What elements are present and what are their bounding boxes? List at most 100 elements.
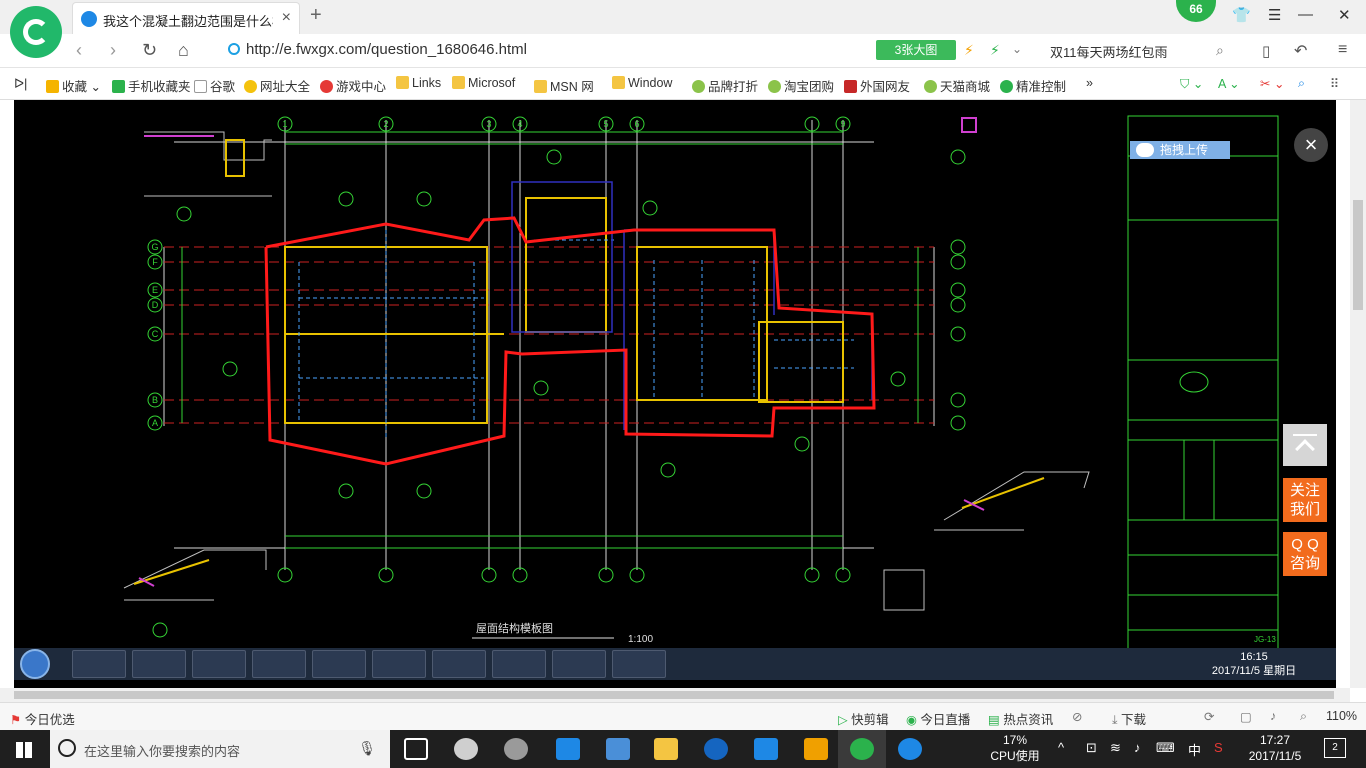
promo-search-text[interactable]: 双11每天两场红包雨: [1050, 42, 1168, 61]
status-item[interactable]: ▤ 热点资讯: [988, 709, 1053, 728]
axis-number: 9: [840, 119, 845, 129]
image-viewer[interactable]: 1 2 3 4 5 6 9 G F E D C B A 屋面结构模板图 1:10…: [14, 100, 1336, 688]
scissors-icon[interactable]: ✂ ⌄: [1260, 76, 1284, 91]
bookmark-item[interactable]: Microsof: [452, 76, 515, 90]
browser-tab-active[interactable]: 我这个混凝土翻边范围是什么样的 ×: [72, 2, 300, 34]
bookmark-item[interactable]: 品牌打折: [692, 76, 758, 95]
axis-number: 3: [486, 119, 491, 129]
bookmark-item[interactable]: 外国网友: [844, 76, 910, 95]
axis-letter: B: [152, 395, 158, 405]
window-icon[interactable]: ▢: [1240, 709, 1252, 724]
windows-start-icon[interactable]: [16, 742, 32, 758]
notes-icon[interactable]: [804, 738, 828, 760]
taskbar-search-input[interactable]: 在这里输入你要搜索的内容 🎙: [50, 730, 390, 768]
active-browser-task[interactable]: [838, 730, 886, 768]
bookmark-item[interactable]: Window: [612, 76, 672, 90]
cortana-icon: [58, 739, 76, 757]
drag-upload-button[interactable]: 拖拽上传: [1130, 141, 1230, 159]
home-icon[interactable]: ⌂: [178, 40, 189, 61]
today-picks[interactable]: ⚑ 今日优选: [10, 709, 75, 728]
bookmark-item[interactable]: 手机收藏夹: [112, 76, 191, 95]
close-window-icon[interactable]: ✕: [1338, 6, 1351, 24]
undo-icon[interactable]: ↶: [1294, 41, 1307, 61]
bookmark-item[interactable]: 精准控制: [1000, 76, 1066, 95]
system-clock[interactable]: 17:27 2017/11/5: [1240, 732, 1310, 764]
chevron-down-icon[interactable]: ⌄: [1012, 42, 1022, 56]
big-pic-button[interactable]: 3张大图: [876, 40, 956, 60]
g-app-icon[interactable]: [504, 738, 528, 760]
back-to-top-button[interactable]: [1283, 424, 1327, 466]
task-view-icon[interactable]: [404, 738, 428, 760]
browser-logo[interactable]: [10, 6, 62, 58]
ime-indicator[interactable]: 中: [1188, 740, 1201, 759]
forward-icon[interactable]: ›: [110, 40, 116, 61]
fan-app-icon[interactable]: [454, 738, 478, 760]
status-item[interactable]: ◉ 今日直播: [906, 709, 970, 728]
grid-icon[interactable]: ⠿: [1330, 76, 1339, 91]
zoom-icon[interactable]: ⌕: [1300, 709, 1307, 724]
page-icon: [194, 80, 207, 93]
status-item[interactable]: ⤓ 下载: [1112, 709, 1146, 728]
status-item[interactable]: ▷ 快剪辑: [838, 709, 889, 728]
new-tab-button[interactable]: +: [310, 4, 322, 27]
speed-icon[interactable]: ⚡: [990, 42, 1000, 59]
notepad-icon: [312, 650, 366, 678]
g-blue-app-icon[interactable]: [898, 738, 922, 760]
game-icon: [320, 80, 333, 93]
more-menu-icon[interactable]: ≡: [1338, 41, 1347, 59]
refresh-icon[interactable]: ↻: [142, 40, 157, 61]
bookmark-item[interactable]: 网址大全: [244, 76, 310, 95]
download-icon: ⤓: [1112, 713, 1118, 727]
shield-icon[interactable]: ⛉ ⌄: [1180, 76, 1203, 92]
mobile-icon[interactable]: ▯: [1262, 42, 1270, 60]
url-input[interactable]: http://e.fwxgx.com/question_1680646.html: [220, 38, 870, 64]
sogou-icon[interactable]: S: [1214, 740, 1223, 755]
bookmark-item[interactable]: 天猫商城: [924, 76, 990, 95]
skin-shirt-icon[interactable]: 👕: [1232, 6, 1251, 24]
notification-center-icon[interactable]: 2: [1324, 738, 1346, 758]
axis-letter: C: [152, 329, 159, 339]
sidebar-toggle-icon[interactable]: ᐅ|: [14, 76, 27, 92]
horizontal-scrollbar[interactable]: [0, 688, 1350, 702]
url-text: http://e.fwxgx.com/question_1680646.html: [246, 41, 528, 58]
close-viewer-button[interactable]: ×: [1294, 128, 1328, 162]
edge-icon[interactable]: [556, 738, 580, 760]
wifi-icon[interactable]: ≋: [1110, 740, 1121, 756]
minimize-icon[interactable]: —: [1298, 6, 1313, 23]
microphone-icon[interactable]: 🎙: [358, 740, 376, 757]
bookmark-item[interactable]: 淘宝团购: [768, 76, 834, 95]
tray-up-icon[interactable]: ^: [1058, 740, 1064, 755]
sound-icon[interactable]: ♪: [1270, 709, 1276, 723]
screenshot-clock: 16:15 2017/11/5 星期日: [1211, 651, 1297, 677]
vertical-scrollbar[interactable]: [1350, 100, 1366, 688]
bookmark-item[interactable]: Links: [396, 76, 441, 90]
magnifier-icon[interactable]: ⌕: [1298, 76, 1305, 91]
zoom-level[interactable]: 110%: [1326, 709, 1357, 723]
keyboard-icon[interactable]: ⌨: [1156, 740, 1175, 756]
menu-lines-icon[interactable]: ☰: [1268, 6, 1281, 24]
file-explorer-icon[interactable]: [654, 738, 678, 760]
bookmark-red-icon: [844, 80, 857, 93]
network-icon[interactable]: ⊡: [1086, 740, 1097, 756]
notification-badge[interactable]: 66: [1176, 0, 1216, 22]
bookmark-item[interactable]: 谷歌: [194, 76, 235, 95]
bookmark-item[interactable]: 游戏中心: [320, 76, 386, 95]
translate-icon[interactable]: A ⌄: [1218, 76, 1240, 91]
follow-us-button[interactable]: 关注 我们: [1283, 478, 1327, 522]
qq-consult-button[interactable]: Q Q 咨询: [1283, 532, 1327, 576]
search-icon[interactable]: ⌕: [1216, 42, 1224, 59]
more-bookmarks-icon[interactable]: »: [1086, 76, 1093, 90]
store-icon[interactable]: [606, 738, 630, 760]
bookmark-item[interactable]: MSN 网: [534, 76, 594, 95]
recycle-icon[interactable]: ⟳: [1204, 709, 1214, 724]
address-bar: ‹ › ↻ ⌂ http://e.fwxgx.com/question_1680…: [0, 34, 1366, 68]
cad-icon: [372, 650, 426, 678]
tab-close-icon[interactable]: ×: [282, 9, 291, 27]
volume-icon[interactable]: ♪: [1134, 740, 1141, 755]
lightning-icon[interactable]: ⚡: [964, 42, 974, 59]
plus-app-icon[interactable]: [754, 738, 778, 760]
speed-dial-icon[interactable]: ⊘: [1072, 709, 1082, 724]
bookmark-item[interactable]: 收藏 ⌄: [46, 76, 101, 95]
back-icon[interactable]: ‹: [76, 40, 82, 61]
ie-browser-icon[interactable]: [704, 738, 728, 760]
